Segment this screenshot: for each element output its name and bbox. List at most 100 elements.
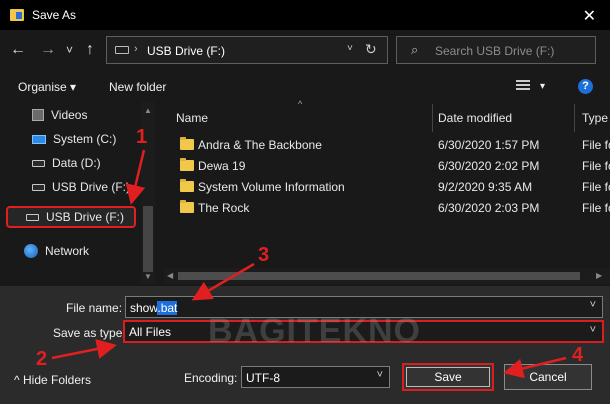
file-date: 6/30/2020 1:57 PM [438,138,540,152]
breadcrumb-separator-icon: › [134,43,138,55]
folder-icon [180,200,194,213]
annotation-number-3: 3 [258,244,270,266]
column-header-date-modified[interactable]: Date modified [438,111,512,125]
view-options-icon[interactable] [516,80,530,92]
folder-icon [180,179,194,192]
sidebar-item-network[interactable]: Network [24,242,89,260]
drive-icon [115,46,129,54]
sidebar-item-videos[interactable]: Videos [32,106,87,124]
file-name-extension-selected: .bat [157,301,178,315]
scroll-right-icon[interactable]: ▶ [596,271,602,280]
usb-drive-icon [32,183,45,191]
file-row-andra[interactable]: Andra & The Backbone 6/30/2020 1:57 PM F… [164,134,610,155]
chevron-down-icon[interactable]: ˅ [377,369,383,381]
command-bar: Organise ▾ New folder ▾ ? [0,74,610,100]
save-as-type-label: Save as type: [53,326,126,340]
hide-folders-button[interactable]: ^ Hide Folders [14,373,91,387]
file-name: The Rock [198,201,250,215]
sidebar-item-label: Network [45,244,90,258]
close-icon[interactable]: ✕ [583,6,596,26]
file-list: ^ Name Date modified Type Andra & The Ba… [164,99,610,284]
chevron-down-icon[interactable]: ˅ [590,299,596,311]
scrollbar-thumb[interactable] [178,272,580,280]
annotation-number-1: 1 [136,126,148,148]
button-focus-ring [406,367,490,387]
file-date: 6/30/2020 2:03 PM [438,201,540,215]
dropdown-arrow-icon: ▾ [70,80,77,94]
drive-icon [32,159,45,167]
sidebar-item-label: Data (D:) [52,156,101,170]
file-name: Dewa 19 [198,159,246,173]
usb-drive-icon [26,213,39,221]
folder-icon [180,137,194,150]
encoding-label: Encoding: [184,371,238,385]
search-box[interactable]: ⌕ Search USB Drive (F:) [396,36,596,64]
scrollbar-thumb[interactable] [143,206,153,272]
file-type: File fo [582,201,610,215]
file-list-scrollbar[interactable]: ◀ ▶ [164,268,610,284]
file-name-base: show [130,301,158,315]
window-title: Save As [32,8,77,22]
forward-arrow-icon[interactable]: → [40,41,56,59]
watermark: BAGITEKNO [208,312,421,350]
video-folder-icon [32,109,44,121]
sidebar-item-label: USB Drive (F:) [52,180,130,194]
search-icon: ⌕ [411,42,419,57]
file-type: File fo [582,159,610,173]
sidebar-item-label: USB Drive (F:) [46,210,124,224]
file-type: File fo [582,180,610,194]
column-divider[interactable] [432,104,433,132]
recent-locations-chevron-icon[interactable]: ˅ [66,41,73,59]
view-dropdown-icon[interactable]: ▾ [540,81,545,92]
file-name: System Volume Information [198,180,345,194]
organise-button[interactable]: Organise ▾ [18,80,76,94]
scroll-left-icon[interactable]: ◀ [167,271,173,280]
save-button[interactable]: Save [402,363,494,391]
sort-ascending-icon: ^ [298,99,303,109]
file-date: 6/30/2020 2:02 PM [438,159,540,173]
file-row-dewa[interactable]: Dewa 19 6/30/2020 2:02 PM File fo [164,155,610,176]
folder-icon [180,158,194,171]
sidebar-item-data-d[interactable]: Data (D:) [32,154,101,172]
annotation-number-2: 2 [36,348,48,370]
save-as-icon [10,9,24,21]
cancel-button-label: Cancel [529,370,567,384]
back-arrow-icon[interactable]: ← [10,41,26,59]
file-type: File fo [582,138,610,152]
refresh-icon[interactable]: ↻ [365,41,377,58]
chevron-down-icon[interactable]: ˅ [347,43,353,54]
encoding-select[interactable]: UTF-8 ˅ [241,366,390,388]
sidebar-item-usb-drive[interactable]: USB Drive (F:) [32,178,130,196]
sidebar-item-system-c[interactable]: System (C:) [32,130,116,148]
search-input[interactable]: Search USB Drive (F:) [435,44,554,58]
scroll-up-icon[interactable]: ▲ [144,106,152,115]
file-name-value: show.bat [130,301,178,315]
column-header-name[interactable]: Name [176,111,208,125]
file-date: 9/2/2020 9:35 AM [438,180,533,194]
chevron-up-icon: ^ [14,373,20,387]
column-header-type[interactable]: Type [582,111,608,125]
encoding-value: UTF-8 [246,371,280,385]
title-bar: Save As ✕ [0,0,610,30]
new-folder-button[interactable]: New folder [109,80,166,94]
up-arrow-icon[interactable]: ↑ [86,41,94,59]
help-icon[interactable]: ? [578,79,593,94]
column-divider[interactable] [574,104,575,132]
chevron-down-icon[interactable]: ˅ [590,324,596,336]
address-path[interactable]: USB Drive (F:) [147,44,225,58]
sidebar-item-usb-drive-selected[interactable]: USB Drive (F:) [6,206,136,228]
file-name-label: File name: [66,301,123,315]
file-name: Andra & The Backbone [198,138,322,152]
organise-label: Organise [18,80,67,94]
sidebar-item-label: Videos [51,108,88,122]
file-row-the-rock[interactable]: The Rock 6/30/2020 2:03 PM File fo [164,197,610,218]
annotation-number-4: 4 [572,344,584,366]
sidebar-item-label: System (C:) [53,132,117,146]
address-bar[interactable]: › USB Drive (F:) ˅ ↻ [106,36,388,64]
scroll-down-icon[interactable]: ▼ [144,272,152,281]
cancel-button[interactable]: Cancel [504,364,592,390]
file-row-system-volume[interactable]: System Volume Information 9/2/2020 9:35 … [164,176,610,197]
windows-drive-icon [32,134,46,144]
hide-folders-label: Hide Folders [22,373,92,387]
network-icon [24,244,38,258]
